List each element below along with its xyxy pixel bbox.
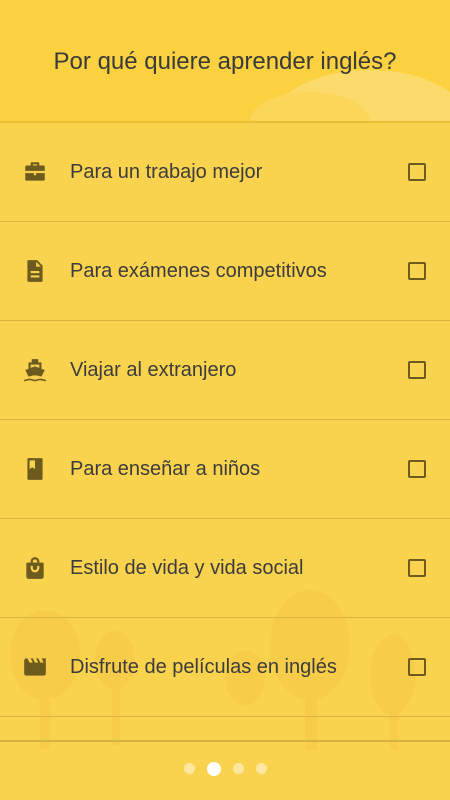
checkbox[interactable] — [408, 262, 426, 280]
page-dot-active[interactable] — [206, 762, 221, 776]
document-icon — [22, 258, 48, 284]
shopping-bag-icon — [22, 555, 48, 581]
option-label: Estilo de vida y vida social — [70, 556, 304, 579]
page-dot[interactable] — [255, 763, 267, 774]
checkbox[interactable] — [408, 559, 426, 577]
reason-list: Para un trabajo mejor Para exámenes comp… — [0, 123, 450, 717]
page-title: Por qué quiere aprender inglés? — [53, 48, 397, 75]
checkbox[interactable] — [408, 658, 426, 676]
checkbox[interactable] — [408, 361, 426, 379]
footer-divider — [0, 740, 450, 742]
page-dot[interactable] — [183, 763, 195, 774]
option-label: Para enseñar a niños — [70, 457, 261, 480]
option-label: Viajar al extranjero — [70, 358, 237, 381]
option-teach-children[interactable]: Para enseñar a niños — [0, 420, 450, 519]
option-label: Disfrute de películas en inglés — [70, 655, 337, 678]
page-dot[interactable] — [232, 763, 244, 774]
option-enjoy-movies[interactable]: Disfrute de películas en inglés — [0, 618, 450, 717]
briefcase-icon — [22, 159, 48, 185]
option-lifestyle[interactable]: Estilo de vida y vida social — [0, 519, 450, 618]
checkbox[interactable] — [408, 460, 426, 478]
page-indicator — [0, 762, 450, 776]
clapperboard-icon — [22, 654, 48, 680]
option-travel-abroad[interactable]: Viajar al extranjero — [0, 321, 450, 420]
option-label: Para un trabajo mejor — [70, 160, 263, 183]
checkbox[interactable] — [408, 163, 426, 181]
option-label: Para exámenes competitivos — [70, 259, 327, 282]
header: Por qué quiere aprender inglés? — [0, 0, 450, 122]
ship-icon — [22, 357, 48, 383]
option-competitive-exams[interactable]: Para exámenes competitivos — [0, 222, 450, 321]
option-better-job[interactable]: Para un trabajo mejor — [0, 123, 450, 222]
book-icon — [22, 456, 48, 482]
